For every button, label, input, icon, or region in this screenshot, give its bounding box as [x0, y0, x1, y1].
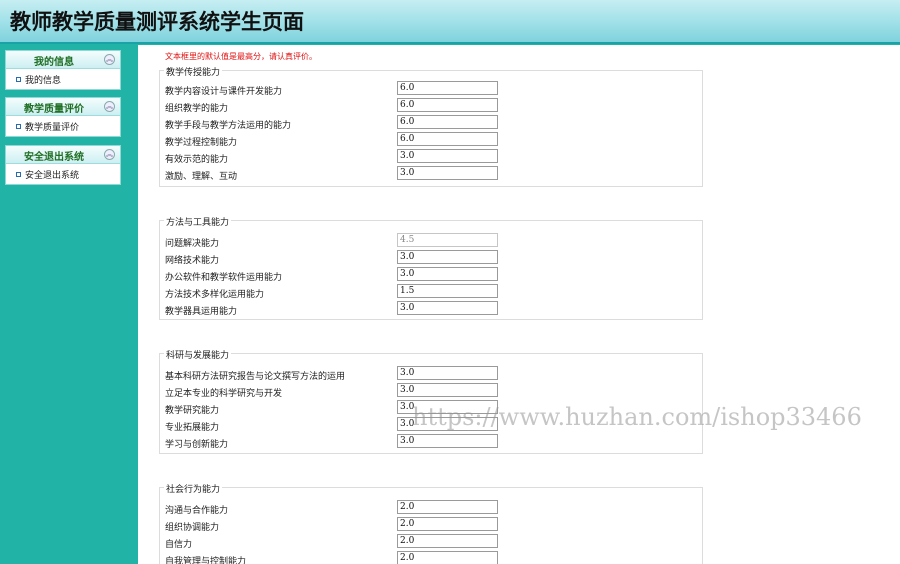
- score-input[interactable]: 1.5: [397, 284, 498, 298]
- score-row: 教学内容设计与课件开发能力 6.0: [165, 81, 695, 97]
- sidebar: 我的信息 ︽ 我的信息 教学质量评价 ︽ 教学质量评价 安全退出系统 ︽ 安全退…: [0, 45, 138, 564]
- criterion-label: 立足本专业的科学研究与开发: [165, 389, 283, 399]
- score-row: 教学手段与教学方法运用的能力 6.0: [165, 115, 695, 131]
- collapse-icon[interactable]: ︽: [104, 101, 115, 112]
- section-title: 社会行为能力: [164, 482, 223, 495]
- score-row: 教学过程控制能力 6.0: [165, 132, 695, 148]
- sidebar-item-my-info[interactable]: 我的信息: [6, 69, 120, 89]
- collapse-icon[interactable]: ︽: [104, 54, 115, 65]
- criterion-label: 基本科研方法研究报告与论文撰写方法的运用: [165, 372, 346, 382]
- score-row: 网络技术能力 3.0: [165, 250, 695, 266]
- collapse-icon[interactable]: ︽: [104, 149, 115, 160]
- criterion-label: 网络技术能力: [165, 256, 220, 266]
- section-title: 教学传授能力: [164, 65, 223, 78]
- score-input[interactable]: 2.0: [397, 551, 498, 564]
- criterion-label: 办公软件和教学软件运用能力: [165, 273, 283, 283]
- menu-group-title: 安全退出系统: [24, 152, 84, 163]
- section-methods-tools: 方法与工具能力 问题解决能力 4.5 网络技术能力 3.0 办公软件和教学软件运…: [159, 215, 703, 320]
- criterion-label: 教学过程控制能力: [165, 138, 238, 148]
- menu-group-title: 教学质量评价: [24, 104, 84, 115]
- score-row: 学习与创新能力 3.0: [165, 434, 695, 450]
- bullet-icon: [16, 124, 21, 129]
- criterion-label: 组织教学的能力: [165, 104, 229, 114]
- criterion-label: 有效示范的能力: [165, 155, 229, 165]
- score-row: 组织协调能力 2.0: [165, 517, 695, 533]
- score-row: 基本科研方法研究报告与论文撰写方法的运用 3.0: [165, 366, 695, 382]
- section-title: 科研与发展能力: [164, 348, 232, 361]
- criterion-label: 激励、理解、互动: [165, 172, 238, 182]
- criterion-label: 组织协调能力: [165, 523, 220, 533]
- criterion-label: 教学器具运用能力: [165, 307, 238, 317]
- score-row: 方法技术多样化运用能力 1.5: [165, 284, 695, 300]
- score-input[interactable]: 2.0: [397, 517, 498, 531]
- score-input[interactable]: 3.0: [397, 149, 498, 163]
- score-row: 自我管理与控制能力 2.0: [165, 551, 695, 564]
- criterion-label: 教学研究能力: [165, 406, 220, 416]
- score-input[interactable]: 2.0: [397, 500, 498, 514]
- score-input[interactable]: 3.0: [397, 301, 498, 315]
- section-teaching-ability: 教学传授能力 教学内容设计与课件开发能力 6.0 组织教学的能力 6.0 教学手…: [159, 65, 703, 187]
- menu-group-header[interactable]: 教学质量评价 ︽: [6, 98, 120, 116]
- score-row: 办公软件和教学软件运用能力 3.0: [165, 267, 695, 283]
- section-social-behavior: 社会行为能力 沟通与合作能力 2.0 组织协调能力 2.0 自信力 2.0 自我…: [159, 482, 703, 564]
- app-header: 教师教学质量测评系统学生页面: [0, 0, 900, 44]
- bullet-icon: [16, 172, 21, 177]
- criterion-label: 沟通与合作能力: [165, 506, 229, 516]
- score-row: 立足本专业的科学研究与开发 3.0: [165, 383, 695, 399]
- score-input[interactable]: 2.0: [397, 534, 498, 548]
- score-row: 组织教学的能力 6.0: [165, 98, 695, 114]
- notice-text: 文本框里的默认值是最高分，请认真评价。: [165, 52, 317, 61]
- score-row: 教学器具运用能力 3.0: [165, 301, 695, 317]
- sidebar-item-label: 我的信息: [25, 76, 62, 86]
- score-input[interactable]: 6.0: [397, 81, 498, 95]
- score-input[interactable]: 3.0: [397, 250, 498, 264]
- score-input[interactable]: 3.0: [397, 383, 498, 397]
- menu-group-title: 我的信息: [34, 57, 74, 68]
- criterion-label: 学习与创新能力: [165, 440, 229, 450]
- criterion-label: 自信力: [165, 540, 193, 550]
- score-input[interactable]: 6.0: [397, 98, 498, 112]
- score-input[interactable]: 3.0: [397, 434, 498, 448]
- criterion-label: 专业拓展能力: [165, 423, 220, 433]
- watermark: https://www.huzhan.com/ishop33466: [412, 403, 862, 431]
- score-input[interactable]: 3.0: [397, 166, 498, 180]
- score-row: 沟通与合作能力 2.0: [165, 500, 695, 516]
- page-title: 教师教学质量测评系统学生页面: [10, 9, 304, 34]
- criterion-label: 教学内容设计与课件开发能力: [165, 87, 283, 97]
- menu-group-logout: 安全退出系统 ︽ 安全退出系统: [5, 145, 121, 185]
- sidebar-item-label: 教学质量评价: [25, 123, 80, 133]
- section-title: 方法与工具能力: [164, 215, 232, 228]
- score-input[interactable]: 6.0: [397, 132, 498, 146]
- criterion-label: 问题解决能力: [165, 239, 220, 249]
- criterion-label: 方法技术多样化运用能力: [165, 290, 265, 300]
- sidebar-item-teaching-evaluation[interactable]: 教学质量评价: [6, 116, 120, 136]
- score-row: 激励、理解、互动 3.0: [165, 166, 695, 182]
- menu-group-header[interactable]: 我的信息 ︽: [6, 51, 120, 69]
- score-row: 有效示范的能力 3.0: [165, 149, 695, 165]
- score-row: 问题解决能力 4.5: [165, 233, 695, 249]
- score-input[interactable]: 6.0: [397, 115, 498, 129]
- menu-group-my-info: 我的信息 ︽ 我的信息: [5, 50, 121, 90]
- menu-group-header[interactable]: 安全退出系统 ︽: [6, 146, 120, 164]
- score-input[interactable]: 3.0: [397, 366, 498, 380]
- criterion-label: 自我管理与控制能力: [165, 557, 247, 564]
- score-row: 自信力 2.0: [165, 534, 695, 550]
- menu-group-teaching-evaluation: 教学质量评价 ︽ 教学质量评价: [5, 97, 121, 137]
- evaluation-form: 文本框里的默认值是最高分，请认真评价。 教学传授能力 教学内容设计与课件开发能力…: [138, 45, 900, 564]
- criterion-label: 教学手段与教学方法运用的能力: [165, 121, 292, 131]
- sidebar-item-label: 安全退出系统: [25, 171, 80, 181]
- bullet-icon: [16, 77, 21, 82]
- score-input[interactable]: 3.0: [397, 267, 498, 281]
- score-input[interactable]: 4.5: [397, 233, 498, 247]
- sidebar-item-logout[interactable]: 安全退出系统: [6, 164, 120, 184]
